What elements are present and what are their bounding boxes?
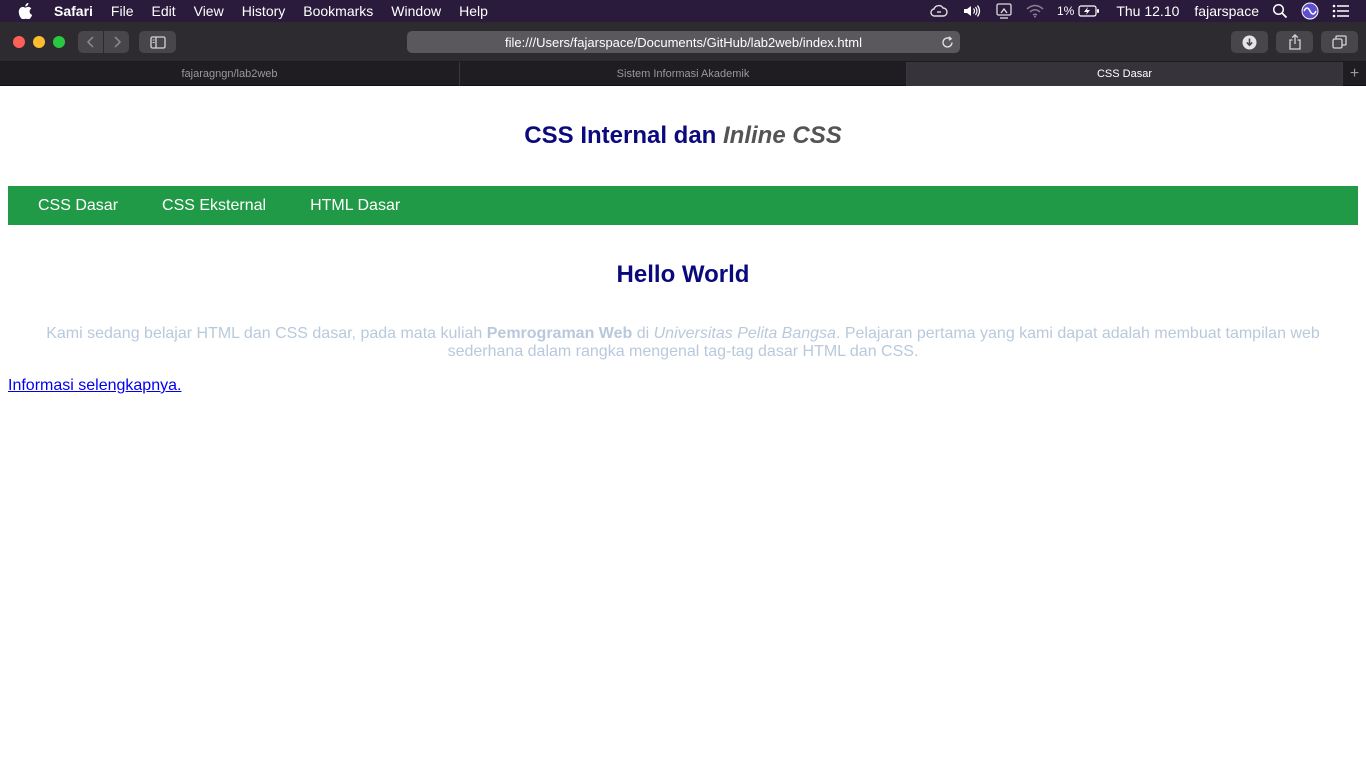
reload-icon[interactable] [939, 34, 955, 50]
nav-link-css-eksternal[interactable]: CSS Eksternal [162, 197, 280, 215]
sidebar-toggle-button[interactable] [139, 31, 176, 53]
back-button[interactable] [78, 31, 103, 53]
downloads-button[interactable] [1231, 31, 1268, 53]
menu-bookmarks[interactable]: Bookmarks [303, 3, 373, 19]
volume-icon[interactable] [962, 4, 982, 18]
hello-heading: Hello World [616, 261, 750, 288]
tab-sistem-informasi-akademik[interactable]: Sistem Informasi Akademik [460, 62, 907, 86]
menu-help[interactable]: Help [459, 3, 488, 19]
intro-text-part2: di [632, 325, 654, 342]
tab-lab2web-repo[interactable]: fajaragngn/lab2web [0, 62, 460, 86]
display-icon[interactable] [995, 3, 1013, 19]
more-info-link[interactable]: Informasi selengkapnya. [8, 377, 181, 395]
intro-university-name: Universitas Pelita Bangsa [653, 325, 836, 342]
menu-edit[interactable]: Edit [151, 3, 175, 19]
intro-paragraph: Kami sedang belajar HTML dan CSS dasar, … [40, 325, 1326, 361]
nav-link-css-dasar[interactable]: CSS Dasar [38, 197, 132, 215]
creative-cloud-icon[interactable] [929, 4, 949, 18]
menu-view[interactable]: View [194, 3, 224, 19]
web-page-viewport: CSS Internal dan Inline CSS CSS Dasar CS… [0, 86, 1366, 768]
menu-window[interactable]: Window [391, 3, 441, 19]
menu-bar: Safari File Edit View History Bookmarks … [0, 0, 1366, 22]
menubar-user[interactable]: fajarspace [1194, 3, 1259, 19]
forward-button[interactable] [104, 31, 129, 53]
menu-history[interactable]: History [242, 3, 286, 19]
battery-icon[interactable] [1078, 5, 1100, 17]
tab-bar: fajaragngn/lab2web Sistem Informasi Akad… [0, 62, 1366, 86]
notification-center-icon[interactable] [1332, 4, 1350, 18]
address-bar-url: file:///Users/fajarspace/Documents/GitHu… [505, 34, 862, 50]
browser-toolbar: file:///Users/fajarspace/Documents/GitHu… [0, 22, 1366, 62]
menu-file[interactable]: File [111, 3, 134, 19]
page-title-inline: Inline CSS [723, 122, 842, 149]
fullscreen-window-button[interactable] [53, 36, 65, 48]
page-title-main: CSS Internal dan [524, 122, 717, 149]
address-bar[interactable]: file:///Users/fajarspace/Documents/GitHu… [407, 31, 960, 53]
share-button[interactable] [1276, 31, 1313, 53]
intro-text-part1: Kami sedang belajar HTML dan CSS dasar, … [46, 325, 487, 342]
siri-icon[interactable] [1301, 2, 1319, 20]
intro-course-name: Pemrograman Web [486, 325, 633, 342]
tab-overview-button[interactable] [1321, 31, 1358, 53]
site-navigation: CSS Dasar CSS Eksternal HTML Dasar [8, 186, 1358, 225]
close-window-button[interactable] [13, 36, 25, 48]
status-area: 1% Thu 12.10 fajarspace [916, 0, 1366, 22]
apple-menu-icon[interactable] [18, 3, 38, 19]
tab-css-dasar-active[interactable]: CSS Dasar [907, 62, 1343, 86]
battery-percent: 1% [1057, 4, 1075, 18]
new-tab-plus-icon[interactable]: + [1343, 62, 1366, 86]
minimize-window-button[interactable] [33, 36, 45, 48]
page-title: CSS Internal dan Inline CSS [0, 122, 1366, 150]
menubar-clock[interactable]: Thu 12.10 [1116, 3, 1179, 19]
nav-link-html-dasar[interactable]: HTML Dasar [310, 197, 414, 215]
wifi-icon[interactable] [1026, 4, 1044, 18]
spotlight-search-icon[interactable] [1272, 3, 1288, 19]
history-navigation [78, 31, 129, 53]
menu-app-safari[interactable]: Safari [54, 3, 93, 19]
